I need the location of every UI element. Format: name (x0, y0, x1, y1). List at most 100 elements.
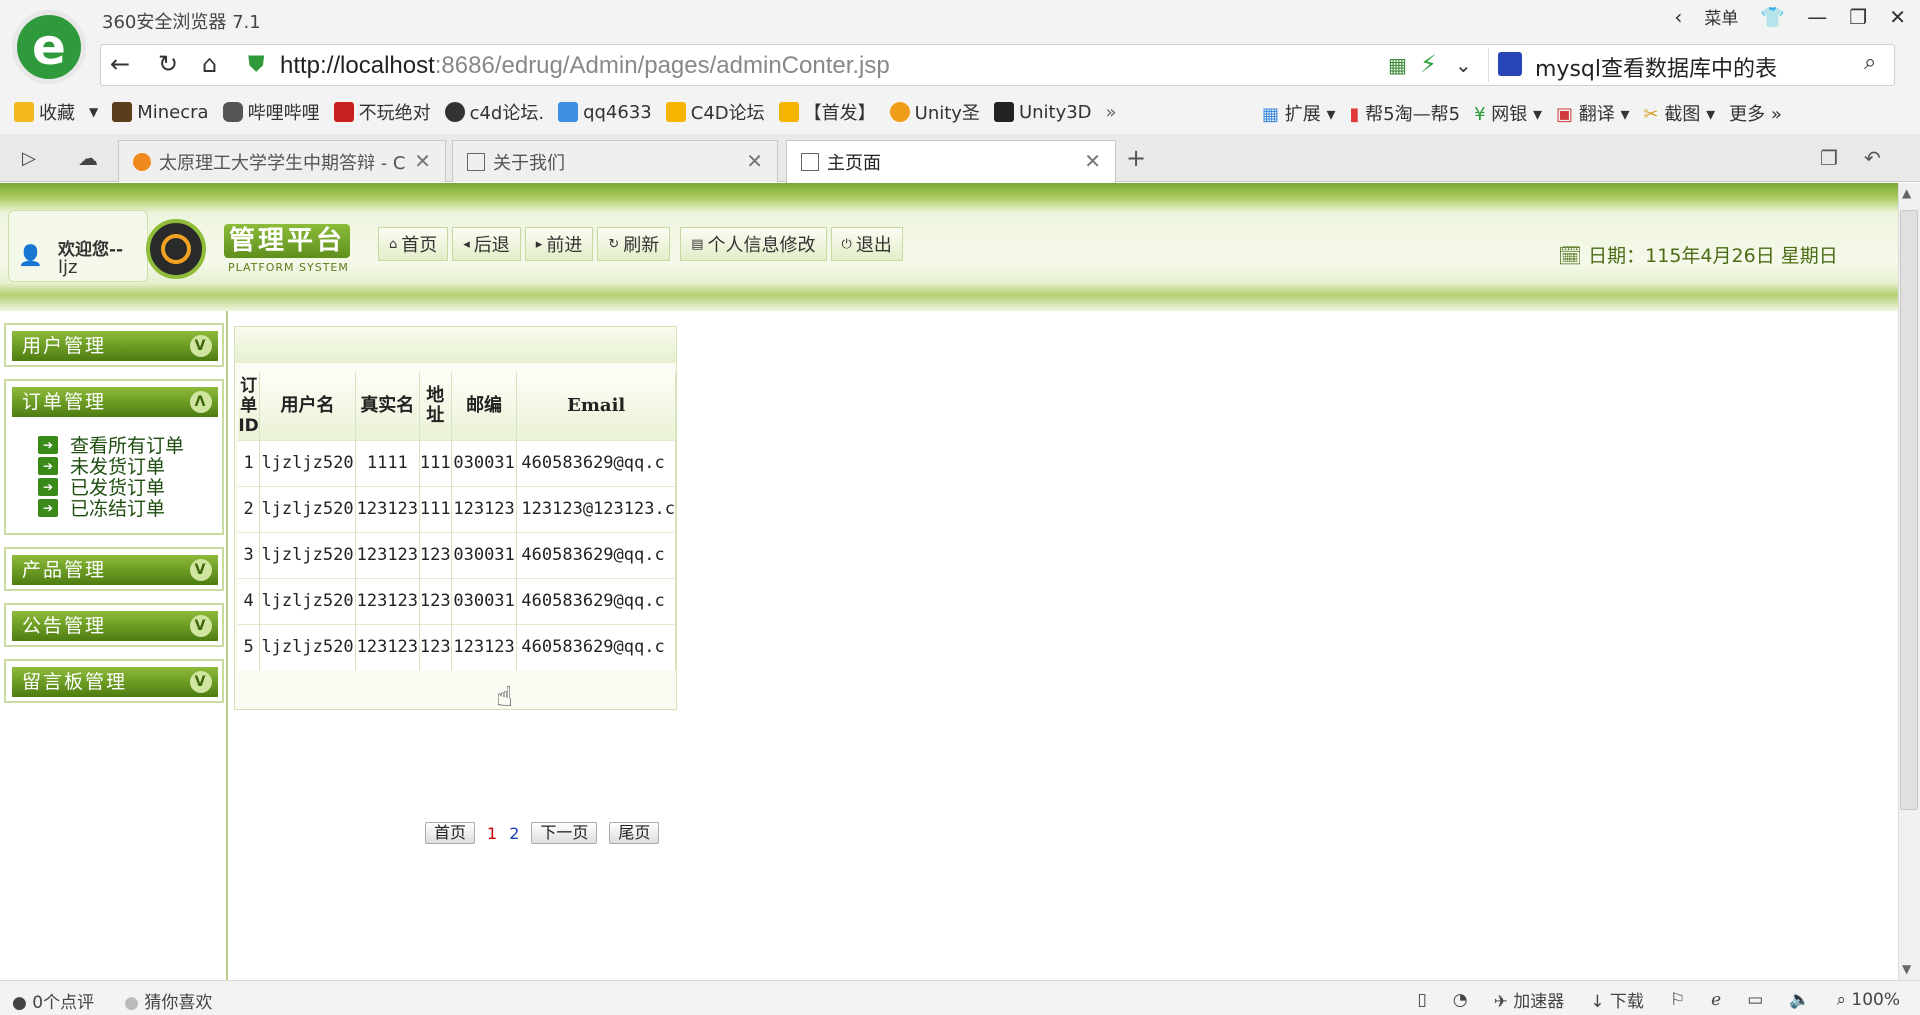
bookmark-item[interactable]: Minecra (112, 102, 209, 123)
menu-user-mgmt[interactable]: 用户管理 V (4, 323, 224, 367)
expand-icon[interactable]: V (190, 559, 212, 581)
page-1-link[interactable]: 1 (487, 824, 497, 843)
tab-home[interactable]: 主页面 ✕ (786, 140, 1116, 183)
speed-icon[interactable]: ◔ (1453, 990, 1468, 1010)
menu-order-mgmt[interactable]: 订单管理 Λ ➔ 查看所有订单 ➔ 未发货订单 ➔ 已发货订单 ➔ 已冻结订单 (4, 379, 224, 535)
tab-list-icon[interactable]: ❐ (1820, 146, 1838, 170)
table-row[interactable]: 2 ljzljz520 123123 111 123123 123123@123123.c (238, 485, 676, 532)
menu-product-mgmt[interactable]: 产品管理 V (4, 547, 224, 591)
scrollbar-thumb[interactable] (1900, 210, 1918, 810)
window-icon[interactable]: ▭ (1747, 990, 1763, 1010)
table-row[interactable]: 5 ljzljz520 123123 123 123123 460583629@qq.c (238, 623, 676, 670)
menu-board-mgmt[interactable]: 留言板管理 V (4, 659, 224, 703)
bookmark-item[interactable]: Unity3D (993, 102, 1092, 123)
table-row[interactable]: 1 ljzljz520 1111 111 030031 460583629@qq.c (238, 439, 676, 486)
menu-notice-mgmt[interactable]: 公告管理 V (4, 603, 224, 647)
menu-button[interactable]: 菜单 (1704, 4, 1738, 29)
menu-header[interactable]: 用户管理 V (12, 331, 218, 361)
bang5-label: 帮5淘—帮5 (1365, 104, 1461, 125)
collapse-icon[interactable]: Λ (190, 391, 212, 413)
more-bookmarks-icon[interactable]: » (1106, 102, 1117, 123)
cloud-icon[interactable]: ☁ (78, 146, 98, 170)
bookmark-item[interactable]: 收藏 ▼ (14, 99, 98, 125)
bookmark-item[interactable]: qq4633 (558, 102, 652, 123)
sound-icon[interactable]: 🔈 (1789, 990, 1810, 1010)
bang5-button[interactable]: ▮ 帮5淘—帮5 (1350, 100, 1461, 126)
cell-realname: 1111 (355, 439, 420, 486)
download-button[interactable]: ↓ 下载 (1590, 987, 1644, 1012)
sidebar-item-frozen[interactable]: ➔ 已冻结订单 (38, 494, 165, 521)
table-row[interactable]: 4 ljzljz520 123123 123 030031 460583629@qq.c (238, 577, 676, 624)
table-row[interactable]: 3 ljzljz520 123123 123 030031 460583629@qq.c (238, 531, 676, 578)
forward-button[interactable]: ▸ 前进 (524, 227, 594, 261)
extensions-button[interactable]: ▦ 扩展 ▾ (1262, 100, 1336, 126)
back-small-icon[interactable]: ‹ (1674, 5, 1682, 29)
comments-status[interactable]: ● 0个点评 (12, 988, 94, 1013)
tab-about[interactable]: 关于我们 ✕ (452, 140, 778, 182)
more-button[interactable]: 更多 » (1729, 100, 1782, 126)
last-page-button[interactable]: 尾页 (609, 822, 660, 844)
back-arrow-icon[interactable]: ← (110, 50, 130, 78)
expand-icon[interactable]: V (190, 335, 212, 357)
close-tab-icon[interactable]: ✕ (1084, 149, 1101, 173)
scroll-up-icon[interactable]: ▲ (1902, 186, 1911, 200)
bank-button[interactable]: ¥ 网银 ▾ (1474, 100, 1542, 126)
expand-icon[interactable]: V (190, 615, 212, 637)
menu-header[interactable]: 订单管理 Λ (12, 387, 218, 417)
back-button[interactable]: ◂ 后退 (452, 227, 521, 261)
logout-button[interactable]: ⏻ 退出 (830, 227, 903, 261)
recommend-status[interactable]: ● 猜你喜欢 (124, 988, 212, 1013)
search-input[interactable]: mysql查看数据库中的表 (1535, 51, 1777, 83)
menu-header[interactable]: 留言板管理 V (12, 667, 218, 697)
bookmark-item[interactable]: 哔哩哔哩 (222, 99, 320, 125)
cell-email: 460583629@qq.c (516, 439, 676, 486)
trophy-icon (665, 102, 686, 122)
bookmark-item[interactable]: C4D论坛 (665, 99, 765, 125)
close-tab-icon[interactable]: ✕ (746, 149, 763, 173)
cell-address: 123 (419, 623, 452, 670)
expand-icon[interactable]: V (190, 671, 212, 693)
profile-edit-button[interactable]: ▤ 个人信息修改 (680, 227, 827, 261)
skin-icon[interactable]: 👕 (1760, 5, 1785, 29)
screenshot-button[interactable]: ✂ 截图 ▾ (1644, 100, 1716, 126)
new-tab-icon[interactable]: + (1126, 144, 1146, 172)
menu-header[interactable]: 公告管理 V (12, 611, 218, 641)
undo-close-icon[interactable]: ↶ (1864, 146, 1881, 170)
qr-icon[interactable]: ▦ (1388, 53, 1407, 77)
flag-icon[interactable]: ⚐ (1670, 990, 1685, 1010)
dropdown-icon[interactable]: ⌄ (1455, 53, 1472, 77)
menu-title: 公告管理 (22, 615, 107, 637)
col-address: 地址 (419, 372, 452, 440)
lightning-icon[interactable]: ⚡ (1420, 50, 1437, 78)
next-page-button[interactable]: 下一页 (531, 822, 598, 844)
scissors-icon: ✂ (1643, 104, 1659, 125)
first-page-button[interactable]: 首页 (425, 822, 476, 844)
search-icon[interactable]: ⌕ (1864, 50, 1876, 75)
tab-defense[interactable]: 太原理工大学学生中期答辩 - C ✕ (118, 140, 446, 182)
url-text[interactable]: http://localhost:8686/edrug/Admin/pages/… (280, 52, 890, 80)
home-button[interactable]: ⌂ 首页 (378, 227, 449, 261)
bookmark-item[interactable]: Unity圣 (889, 99, 980, 125)
close-tab-icon[interactable]: ✕ (414, 149, 431, 173)
scroll-down-icon[interactable]: ▼ (1902, 962, 1911, 976)
bookmark-item[interactable]: c4d论坛. (444, 99, 544, 125)
ie-icon[interactable]: ℯ (1711, 990, 1721, 1010)
menu-header[interactable]: 产品管理 V (12, 555, 218, 585)
bookmark-item[interactable]: 不玩绝对 (333, 99, 431, 125)
bookmark-item[interactable]: 【首发】 (778, 99, 876, 125)
page-2-link[interactable]: 2 (509, 824, 519, 843)
translate-button[interactable]: ▣ 翻译 ▾ (1556, 100, 1630, 126)
maximize-icon[interactable]: ❐ (1849, 5, 1867, 29)
reload-icon[interactable]: ↻ (158, 50, 178, 78)
sidebar-toggle-icon[interactable]: ▷ (22, 148, 36, 169)
accelerator-button[interactable]: ✈ 加速器 (1494, 987, 1565, 1012)
home-icon[interactable]: ⌂ (202, 50, 217, 78)
search-engine-icon[interactable] (1498, 52, 1522, 76)
zoom-control[interactable]: ⌕ 100% (1836, 990, 1900, 1010)
menu-title: 留言板管理 (22, 671, 128, 693)
close-icon[interactable]: ✕ (1889, 5, 1906, 29)
cell-username: ljzljz520 (259, 623, 356, 670)
refresh-button[interactable]: ↻ 刷新 (597, 227, 671, 261)
minimize-icon[interactable]: — (1807, 5, 1827, 29)
phone-icon[interactable]: ▯ (1417, 990, 1426, 1010)
